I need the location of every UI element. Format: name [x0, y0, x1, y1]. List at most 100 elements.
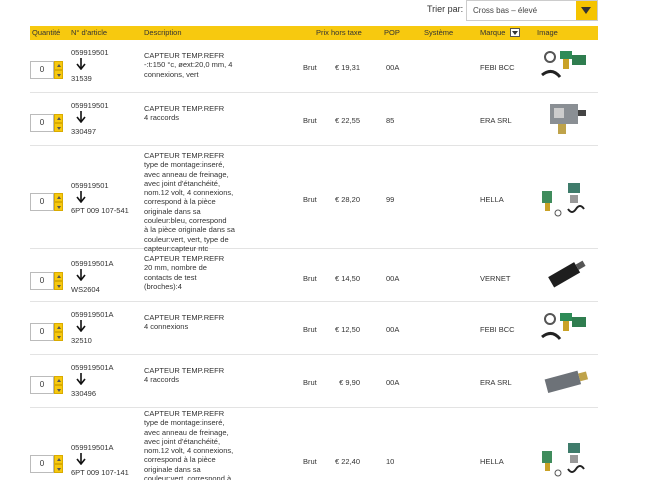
arrow-down-icon — [76, 453, 86, 465]
quantity-increase-button[interactable] — [54, 272, 63, 281]
cross-reference[interactable]: 330497 — [71, 127, 96, 136]
price: € 14,50 — [334, 274, 360, 283]
quantity-decrease-button[interactable] — [54, 332, 63, 341]
article-number[interactable]: 059919501A — [71, 259, 114, 268]
header-description: Description — [144, 28, 182, 37]
brand: HELLA — [480, 457, 504, 466]
article-number[interactable]: 059919501 — [71, 101, 109, 110]
quantity-increase-button[interactable] — [54, 376, 63, 385]
price-type: Brut — [303, 195, 317, 204]
quantity-decrease-button[interactable] — [54, 281, 63, 290]
product-image[interactable] — [538, 307, 594, 351]
quantity-stepper[interactable]: 0 — [30, 376, 64, 394]
sort-select[interactable]: Cross bas – élevé — [466, 0, 598, 21]
quantity-decrease-button[interactable] — [54, 70, 63, 79]
product-image[interactable] — [538, 437, 594, 480]
brand: HELLA — [480, 195, 504, 204]
cross-reference[interactable]: 32510 — [71, 336, 92, 345]
description: CAPTEUR TEMP.REFR -:t:150 °c, øext:20,0 m… — [144, 51, 233, 79]
quantity-input[interactable]: 0 — [30, 193, 54, 211]
product-image[interactable] — [538, 177, 594, 221]
quantity-decrease-button[interactable] — [54, 123, 63, 132]
price-type: Brut — [303, 274, 317, 283]
quantity-decrease-button[interactable] — [54, 464, 63, 473]
quantity-stepper[interactable]: 0 — [30, 272, 64, 290]
table-header: Quantité N° d'article Description Prix h… — [30, 26, 598, 40]
quantity-stepper[interactable]: 0 — [30, 323, 64, 341]
arrow-down-icon — [76, 111, 86, 123]
product-image[interactable] — [538, 98, 594, 142]
cross-reference[interactable]: 330496 — [71, 389, 96, 398]
brand-filter-dropdown[interactable] — [510, 28, 520, 37]
brand: FEBI BCC — [480, 325, 515, 334]
sort-bar: Trier par: Cross bas – élevé — [0, 0, 656, 24]
quantity-input[interactable]: 0 — [30, 455, 54, 473]
arrow-down-icon — [76, 191, 86, 203]
cross-reference[interactable]: 31539 — [71, 74, 92, 83]
pop-code: 00A — [386, 378, 400, 387]
arrow-down-icon — [76, 373, 86, 385]
article-number[interactable]: 059919501 — [71, 181, 109, 190]
header-systeme: Système — [424, 28, 454, 37]
pop-code: 10 — [386, 457, 395, 466]
description: CAPTEUR TEMP.REFR type de montage:inseré,… — [144, 151, 235, 253]
article-number[interactable]: 059919501A — [71, 443, 114, 452]
price: € 12,50 — [334, 325, 360, 334]
brand: ERA SRL — [480, 378, 512, 387]
cross-reference[interactable]: WS2604 — [71, 285, 100, 294]
header-image: Image — [537, 28, 558, 37]
quantity-increase-button[interactable] — [54, 455, 63, 464]
sort-label: Trier par: — [427, 4, 464, 14]
sort-dropdown-button[interactable] — [576, 1, 597, 20]
chevron-down-icon — [512, 31, 518, 35]
quantity-stepper[interactable]: 0 — [30, 114, 64, 132]
cross-reference[interactable]: 6PT 009 107-141 — [71, 468, 129, 477]
header-quantite: Quantité — [32, 28, 61, 37]
quantity-stepper[interactable]: 0 — [30, 61, 64, 79]
description: CAPTEUR TEMP.REFR 4 raccords — [144, 104, 225, 123]
quantity-increase-button[interactable] — [54, 114, 63, 123]
price-type: Brut — [303, 116, 317, 125]
price-type: Brut — [303, 457, 317, 466]
header-article: N° d'article — [71, 28, 108, 37]
quantity-input[interactable]: 0 — [30, 323, 54, 341]
product-image[interactable] — [538, 45, 594, 89]
description: CAPTEUR TEMP.REFR 4 raccords — [144, 366, 225, 385]
description: CAPTEUR TEMP.REFR type de montage:inseré,… — [144, 409, 234, 480]
quantity-decrease-button[interactable] — [54, 202, 63, 211]
article-number[interactable]: 059919501 — [71, 48, 109, 57]
brand: FEBI BCC — [480, 63, 515, 72]
quantity-increase-button[interactable] — [54, 193, 63, 202]
arrow-down-icon — [76, 58, 86, 70]
quantity-stepper[interactable]: 0 — [30, 455, 64, 473]
chevron-down-icon — [581, 7, 591, 14]
quantity-input[interactable]: 0 — [30, 114, 54, 132]
product-image[interactable] — [538, 360, 594, 404]
article-number[interactable]: 059919501A — [71, 363, 114, 372]
price-type: Brut — [303, 63, 317, 72]
sort-selected-value: Cross bas – élevé — [473, 6, 538, 15]
product-image[interactable] — [538, 254, 594, 298]
price-type: Brut — [303, 378, 317, 387]
quantity-input[interactable]: 0 — [30, 61, 54, 79]
quantity-input[interactable]: 0 — [30, 272, 54, 290]
price-type: Brut — [303, 325, 317, 334]
quantity-increase-button[interactable] — [54, 61, 63, 70]
price: € 22,55 — [334, 116, 360, 125]
quantity-increase-button[interactable] — [54, 323, 63, 332]
brand: ERA SRL — [480, 116, 512, 125]
pop-code: 00A — [386, 274, 400, 283]
quantity-stepper[interactable]: 0 — [30, 193, 64, 211]
price: € 19,31 — [334, 63, 360, 72]
cross-reference[interactable]: 6PT 009 107-541 — [71, 206, 129, 215]
pop-code: 99 — [386, 195, 395, 204]
quantity-decrease-button[interactable] — [54, 385, 63, 394]
quantity-input[interactable]: 0 — [30, 376, 54, 394]
table-row: 0 059919501A 6PT 009 107-141 CAPTEUR TEM… — [30, 409, 598, 480]
header-marque: Marque — [480, 28, 506, 37]
pop-code: 85 — [386, 116, 395, 125]
description: CAPTEUR TEMP.REFR 4 connexions — [144, 313, 225, 332]
article-number[interactable]: 059919501A — [71, 310, 114, 319]
table-row: 0 059919501A WS2604 CAPTEUR TEMP.REFR 20 … — [30, 250, 598, 302]
table-row: 0 059919501 31539 CAPTEUR TEMP.REFR -:t:1… — [30, 41, 598, 93]
